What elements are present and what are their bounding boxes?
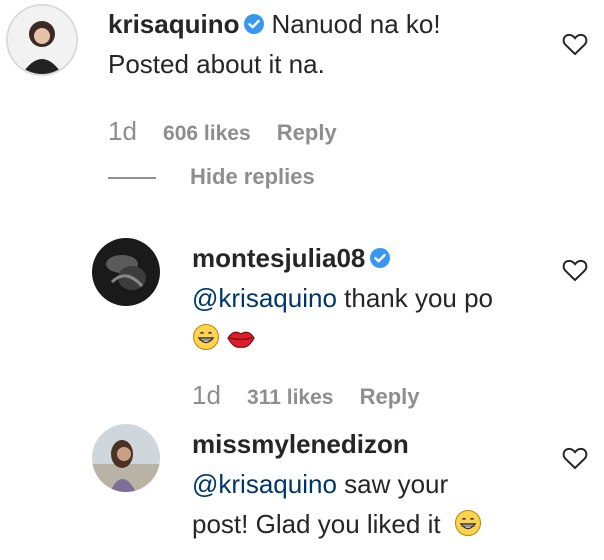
grinning-face-icon (193, 324, 219, 350)
avatar[interactable] (92, 424, 160, 492)
grinning-face-icon (454, 510, 481, 536)
comment-text: saw your (336, 469, 449, 499)
timestamp: 1d (192, 380, 221, 410)
comment-meta: 1d 606 likes Reply (108, 116, 357, 147)
avatar[interactable] (92, 238, 160, 306)
verified-badge-icon (370, 248, 391, 268)
username[interactable]: montesjulia08 (192, 243, 365, 273)
comment-meta: 1d 311 likes Reply (192, 380, 440, 411)
avatar[interactable] (6, 4, 78, 76)
mention-link[interactable]: @krisaquino (192, 283, 337, 313)
likes-count[interactable]: 606 likes (163, 122, 251, 145)
timestamp: 1d (108, 116, 137, 146)
heart-icon[interactable] (562, 258, 588, 282)
username[interactable]: missmylenedizon (192, 429, 409, 459)
divider (108, 177, 156, 180)
comment-text: Nanuod na ko! (271, 9, 441, 39)
comment-text: thank you po (336, 283, 494, 313)
verified-badge-icon (244, 14, 265, 34)
mention-link[interactable]: @krisaquino (192, 469, 337, 499)
likes-count[interactable]: 311 likes (247, 386, 333, 409)
heart-icon[interactable] (562, 32, 588, 56)
heart-icon[interactable] (562, 446, 588, 470)
kiss-lips-icon (227, 331, 255, 348)
hide-replies-label: Hide replies (190, 164, 315, 189)
reply-button[interactable]: Reply (360, 384, 420, 409)
reply-button[interactable]: Reply (277, 120, 337, 145)
comment-text: Posted about it na. (108, 49, 325, 79)
comment-text: post! Glad you liked it (192, 509, 441, 539)
hide-replies-button[interactable]: Hide replies (108, 164, 315, 190)
username[interactable]: krisaquino (108, 9, 239, 39)
